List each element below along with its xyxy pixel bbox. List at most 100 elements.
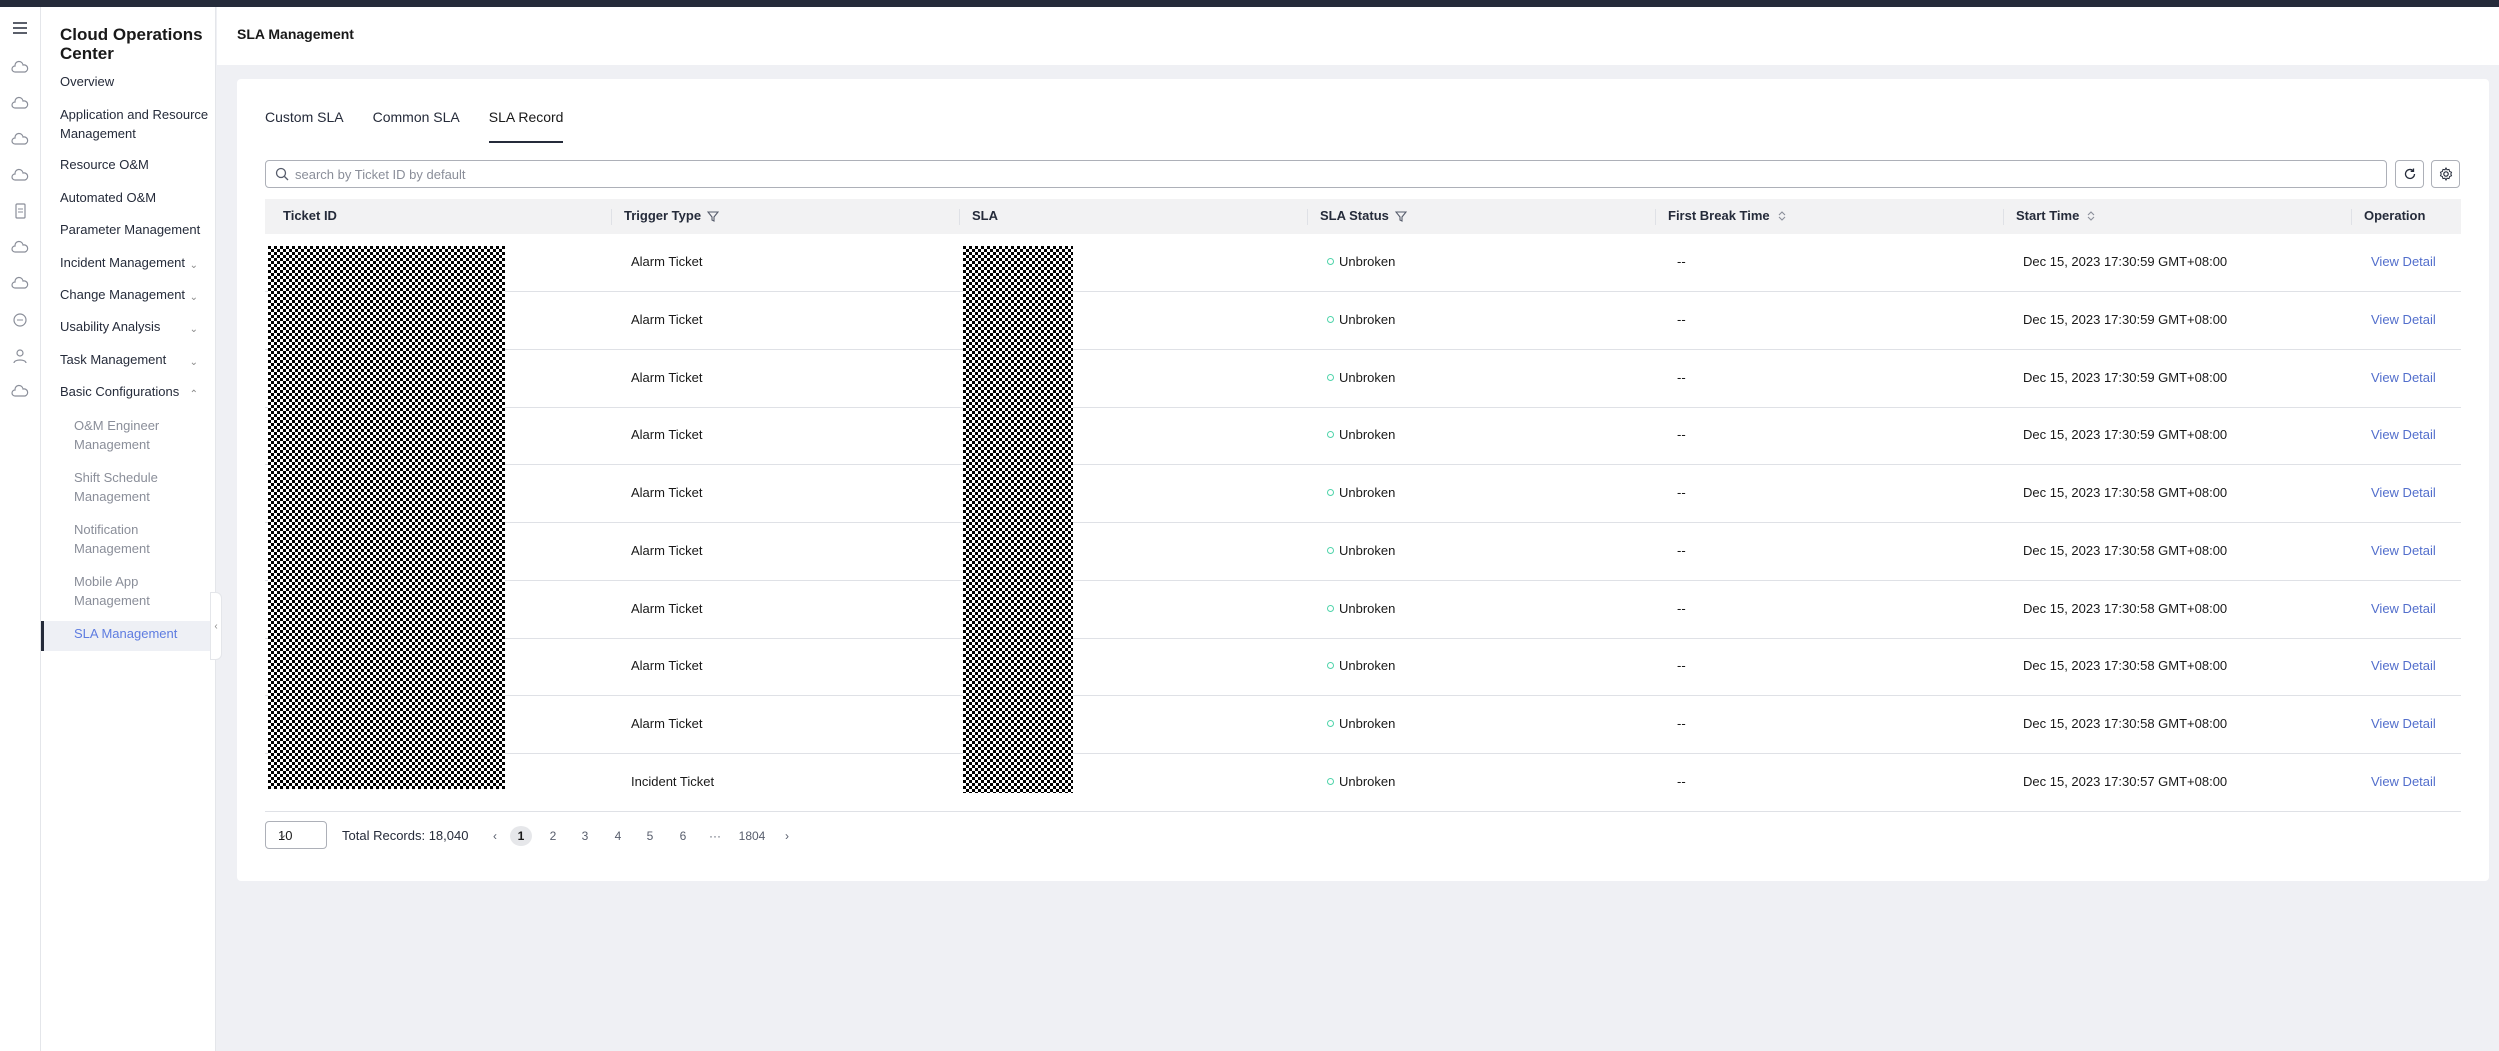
- page-ellipsis[interactable]: ···: [704, 826, 726, 846]
- sidebar-item-usability[interactable]: Usability Analysis ⌄: [60, 317, 210, 336]
- page-button[interactable]: 4: [607, 826, 629, 846]
- cloud-icon[interactable]: [9, 273, 31, 295]
- chevron-left-icon: ‹: [493, 829, 497, 843]
- menu-icon[interactable]: [9, 17, 31, 39]
- sidebar-item-automated-om[interactable]: Automated O&M: [60, 188, 210, 207]
- cell-start-time: Dec 15, 2023 17:30:59 GMT+08:00: [2023, 254, 2228, 269]
- page-button[interactable]: 1: [510, 826, 532, 846]
- cell-first-break: --: [1677, 370, 1686, 385]
- cloud-icon[interactable]: [9, 165, 31, 187]
- table-row: Incident Ticket Unbroken -- Dec 15, 2023…: [265, 754, 2461, 812]
- cell-start-time: Dec 15, 2023 17:30:58 GMT+08:00: [2023, 716, 2228, 731]
- sidebar-item-resource-om[interactable]: Resource O&M: [60, 155, 210, 174]
- tab-sla-record[interactable]: SLA Record: [488, 109, 564, 143]
- column-ticket-id: Ticket ID: [283, 208, 337, 223]
- sidebar-item-basic-config[interactable]: Basic Configurations ⌃: [60, 382, 210, 401]
- page-button[interactable]: 1804: [735, 826, 769, 846]
- status-dot-icon: [1327, 547, 1334, 555]
- user-icon[interactable]: [9, 345, 31, 367]
- cloud-icon[interactable]: [9, 381, 31, 403]
- document-icon[interactable]: [9, 200, 31, 222]
- sidebar-subitem-shift[interactable]: Shift Schedule Management: [74, 468, 204, 506]
- cell-sla-status: Unbroken: [1327, 254, 1395, 269]
- sidebar-item-task[interactable]: Task Management ⌄: [60, 350, 210, 369]
- cell-first-break: --: [1677, 254, 1686, 269]
- chevron-down-icon: ⌄: [189, 260, 198, 271]
- view-detail-link[interactable]: View Detail: [2371, 601, 2436, 616]
- chevron-down-icon: ⌄: [189, 357, 198, 368]
- total-records: Total Records: 18,040: [342, 828, 469, 843]
- page-button[interactable]: 6: [672, 826, 694, 846]
- next-page-button[interactable]: ›: [776, 826, 798, 846]
- cell-sla-status: Unbroken: [1327, 774, 1395, 789]
- table-header: Ticket ID Trigger Type SLA SLA Status Fi…: [265, 199, 2461, 234]
- search-box: [265, 160, 2387, 188]
- table-row: Alarm Ticket Unbroken -- Dec 15, 2023 17…: [265, 523, 2461, 581]
- cell-trigger-type: Alarm Ticket: [631, 312, 703, 327]
- view-detail-link[interactable]: View Detail: [2371, 312, 2436, 327]
- status-dot-icon: [1327, 662, 1334, 670]
- app-title: Cloud Operations Center: [60, 25, 203, 63]
- tab-common-sla[interactable]: Common SLA: [373, 109, 460, 143]
- cloud-icon[interactable]: [9, 129, 31, 151]
- search-icon: [275, 167, 289, 181]
- cell-first-break: --: [1677, 716, 1686, 731]
- sidebar-item-sla-management[interactable]: SLA Management: [41, 621, 216, 651]
- cell-start-time: Dec 15, 2023 17:30:59 GMT+08:00: [2023, 370, 2228, 385]
- column-start-time[interactable]: Start Time: [2016, 208, 2097, 223]
- sidebar-item-incident[interactable]: Incident Management ⌄: [60, 253, 210, 272]
- page-button[interactable]: 3: [574, 826, 596, 846]
- page-button[interactable]: 2: [542, 826, 564, 846]
- cell-trigger-type: Incident Ticket: [631, 774, 715, 789]
- table-row: Alarm Ticket Unbroken -- Dec 15, 2023 17…: [265, 581, 2461, 639]
- cell-start-time: Dec 15, 2023 17:30:58 GMT+08:00: [2023, 543, 2228, 558]
- chevron-up-icon: ⌃: [189, 389, 198, 400]
- chat-icon[interactable]: [9, 309, 31, 331]
- page-button[interactable]: 5: [639, 826, 661, 846]
- tab-custom-sla[interactable]: Custom SLA: [265, 109, 344, 143]
- view-detail-link[interactable]: View Detail: [2371, 254, 2436, 269]
- refresh-button[interactable]: [2395, 160, 2424, 188]
- column-first-break-time[interactable]: First Break Time: [1668, 208, 1788, 223]
- view-detail-link[interactable]: View Detail: [2371, 543, 2436, 558]
- sidebar-item-overview[interactable]: Overview: [60, 72, 210, 91]
- cell-trigger-type: Alarm Ticket: [631, 370, 703, 385]
- page-size-select[interactable]: 10 ⌄: [265, 821, 327, 849]
- collapse-sidebar-handle[interactable]: ‹: [210, 592, 222, 660]
- table-row: Alarm Ticket Unbroken -- Dec 15, 2023 17…: [265, 465, 2461, 523]
- cloud-icon[interactable]: [9, 93, 31, 115]
- sidebar-subitem-notification[interactable]: Notification Management: [74, 520, 204, 558]
- sidebar-item-change[interactable]: Change Management ⌄: [60, 285, 210, 304]
- sidebar-item-parameter[interactable]: Parameter Management: [60, 220, 210, 239]
- view-detail-link[interactable]: View Detail: [2371, 427, 2436, 442]
- status-dot-icon: [1327, 720, 1334, 728]
- cloud-icon[interactable]: [9, 237, 31, 259]
- view-detail-link[interactable]: View Detail: [2371, 658, 2436, 673]
- view-detail-link[interactable]: View Detail: [2371, 774, 2436, 789]
- settings-button[interactable]: [2431, 160, 2460, 188]
- column-sla-status[interactable]: SLA Status: [1320, 208, 1407, 223]
- search-input[interactable]: [295, 164, 2375, 184]
- cell-first-break: --: [1677, 601, 1686, 616]
- sidebar-subitem-engineer[interactable]: O&M Engineer Management: [74, 416, 204, 454]
- sidebar-subitem-mobile[interactable]: Mobile App Management: [74, 572, 204, 610]
- prev-page-button[interactable]: ‹: [484, 826, 506, 846]
- chevron-down-icon: ⌄: [278, 829, 288, 841]
- view-detail-link[interactable]: View Detail: [2371, 370, 2436, 385]
- cell-sla-status: Unbroken: [1327, 716, 1395, 731]
- cloud-icon[interactable]: [9, 57, 31, 79]
- sidebar-item-application-resource[interactable]: Application and Resource Management: [60, 105, 210, 143]
- cell-first-break: --: [1677, 485, 1686, 500]
- column-trigger-type[interactable]: Trigger Type: [624, 208, 720, 223]
- cell-first-break: --: [1677, 427, 1686, 442]
- filter-icon[interactable]: [707, 210, 720, 222]
- redacted-ticket-ids: [268, 246, 505, 789]
- view-detail-link[interactable]: View Detail: [2371, 485, 2436, 500]
- filter-icon[interactable]: [1394, 210, 1407, 222]
- sort-icon[interactable]: [1776, 210, 1788, 222]
- cell-trigger-type: Alarm Ticket: [631, 601, 703, 616]
- sort-icon[interactable]: [2085, 210, 2097, 222]
- view-detail-link[interactable]: View Detail: [2371, 716, 2436, 731]
- column-sla: SLA: [972, 208, 998, 223]
- chevron-down-icon: ⌄: [189, 292, 198, 303]
